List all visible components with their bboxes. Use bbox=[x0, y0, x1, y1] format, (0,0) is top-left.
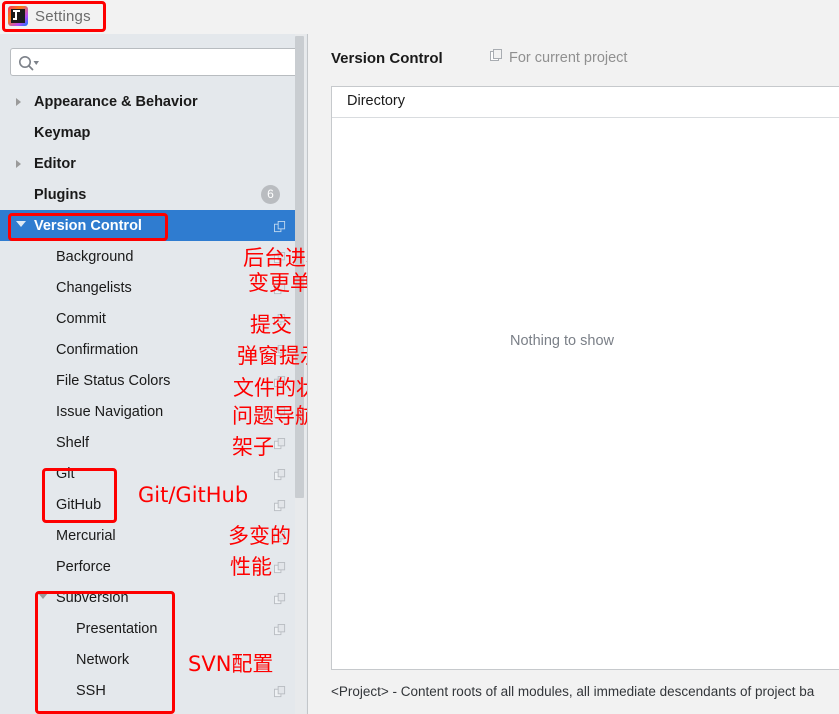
sidebar-item-presentation[interactable]: Presentation bbox=[0, 613, 296, 644]
sidebar-item-keymap[interactable]: Keymap bbox=[0, 117, 296, 148]
sidebar-item-label: Commit bbox=[56, 310, 106, 327]
sidebar-item-label: Confirmation bbox=[56, 341, 139, 358]
settings-sidebar: Appearance & Behavior Keymap Editor Plugins… bbox=[0, 34, 308, 714]
sidebar-item-plugins[interactable]: Plugins 6 bbox=[0, 179, 296, 210]
project-hint-text: <Project> - Content roots of all modules… bbox=[331, 684, 815, 699]
sidebar-item-network[interactable]: Network bbox=[0, 644, 296, 675]
chevron-right-icon[interactable] bbox=[16, 97, 21, 106]
sidebar-item-label: Network bbox=[76, 651, 130, 668]
copy-settings-icon[interactable] bbox=[274, 468, 286, 481]
sidebar-item-shelf[interactable]: Shelf bbox=[0, 427, 296, 458]
window-titlebar: Settings bbox=[0, 0, 839, 34]
copy-settings-icon[interactable] bbox=[274, 623, 286, 636]
sidebar-item-label: GitHub bbox=[56, 496, 102, 513]
sidebar-item-label: Subversion bbox=[56, 589, 129, 606]
sidebar-item-confirmation[interactable]: Confirmation bbox=[0, 334, 296, 365]
sidebar-item-label: Editor bbox=[34, 155, 76, 172]
sidebar-item-appearance-behavior[interactable]: Appearance & Behavior bbox=[0, 86, 296, 117]
sidebar-item-commit[interactable]: Commit bbox=[0, 303, 296, 334]
column-header-directory: Directory bbox=[347, 93, 406, 109]
window-title: Settings bbox=[35, 7, 91, 25]
sidebar-item-label: Appearance & Behavior bbox=[34, 93, 198, 110]
copy-settings-icon[interactable] bbox=[274, 251, 286, 264]
project-scope[interactable]: For current project bbox=[490, 49, 627, 67]
copy-settings-icon[interactable] bbox=[274, 406, 286, 419]
sidebar-scrollbar[interactable] bbox=[295, 34, 306, 714]
copy-settings-icon[interactable] bbox=[274, 561, 286, 574]
chevron-down-icon[interactable] bbox=[16, 220, 26, 231]
copy-settings-icon[interactable] bbox=[274, 375, 286, 388]
sidebar-item-label: Perforce bbox=[56, 558, 111, 575]
settings-window: Settings Appearance & Behavior Keymap Edit… bbox=[0, 0, 839, 714]
copy-settings-icon[interactable] bbox=[274, 282, 286, 295]
copy-settings-icon[interactable] bbox=[274, 344, 286, 357]
panel-header-row: Version Control bbox=[331, 47, 443, 69]
sidebar-item-github[interactable]: GitHub bbox=[0, 489, 296, 520]
sidebar-item-background[interactable]: Background bbox=[0, 241, 296, 272]
sidebar-item-label: Shelf bbox=[56, 434, 90, 451]
sidebar-item-label: Changelists bbox=[56, 279, 132, 296]
directory-table-header: Directory bbox=[332, 87, 839, 118]
copy-scope-icon bbox=[490, 49, 503, 67]
sidebar-item-issue-navigation[interactable]: Issue Navigation bbox=[0, 396, 296, 427]
copy-settings-icon[interactable] bbox=[274, 530, 286, 543]
copy-settings-icon[interactable] bbox=[274, 437, 286, 450]
sidebar-item-label: Keymap bbox=[34, 124, 91, 141]
sidebar-item-label: Background bbox=[56, 248, 134, 265]
copy-settings-icon[interactable] bbox=[274, 220, 286, 233]
empty-state-message: Nothing to show bbox=[510, 333, 614, 349]
sidebar-item-label: Issue Navigation bbox=[56, 403, 164, 420]
main-panel: Version Control For current project Dire… bbox=[309, 34, 839, 714]
sidebar-item-file-status-colors[interactable]: File Status Colors bbox=[0, 365, 296, 396]
sidebar-item-label: Plugins bbox=[34, 186, 87, 203]
project-scope-label: For current project bbox=[509, 50, 628, 66]
sidebar-item-label: Git bbox=[56, 465, 75, 482]
search-field[interactable] bbox=[10, 48, 298, 76]
copy-settings-icon[interactable] bbox=[274, 313, 286, 326]
sidebar-item-label: File Status Colors bbox=[56, 372, 171, 389]
sidebar-item-perforce[interactable]: Perforce bbox=[0, 551, 296, 582]
sidebar-item-ssh[interactable]: SSH bbox=[0, 675, 296, 706]
sidebar-item-label: Presentation bbox=[76, 620, 158, 637]
settings-tree: Appearance & Behavior Keymap Editor Plugins… bbox=[0, 86, 296, 706]
page-title: Version Control bbox=[331, 49, 443, 67]
sidebar-item-git[interactable]: Git bbox=[0, 458, 296, 489]
sidebar-item-changelists[interactable]: Changelists bbox=[0, 272, 296, 303]
copy-settings-icon[interactable] bbox=[274, 592, 286, 605]
copy-settings-icon[interactable] bbox=[274, 685, 286, 698]
chevron-down-icon[interactable] bbox=[38, 592, 48, 603]
sidebar-scrollbar-thumb[interactable] bbox=[295, 36, 304, 498]
directory-table[interactable]: Directory Nothing to show bbox=[331, 86, 839, 670]
search-input[interactable] bbox=[43, 53, 295, 74]
sidebar-item-editor[interactable]: Editor bbox=[0, 148, 296, 179]
sidebar-item-label: Mercurial bbox=[56, 527, 116, 544]
sidebar-item-subversion[interactable]: Subversion bbox=[0, 582, 296, 613]
chevron-right-icon[interactable] bbox=[16, 159, 21, 168]
window-title-group: Settings bbox=[8, 3, 91, 29]
sidebar-item-version-control[interactable]: Version Control bbox=[0, 210, 296, 241]
sidebar-item-label: SSH bbox=[76, 682, 106, 699]
copy-settings-icon[interactable] bbox=[274, 499, 286, 512]
sidebar-item-mercurial[interactable]: Mercurial bbox=[0, 520, 296, 551]
intellij-idea-logo-icon bbox=[8, 6, 28, 26]
plugins-count-badge: 6 bbox=[261, 185, 280, 204]
search-icon bbox=[18, 54, 40, 72]
